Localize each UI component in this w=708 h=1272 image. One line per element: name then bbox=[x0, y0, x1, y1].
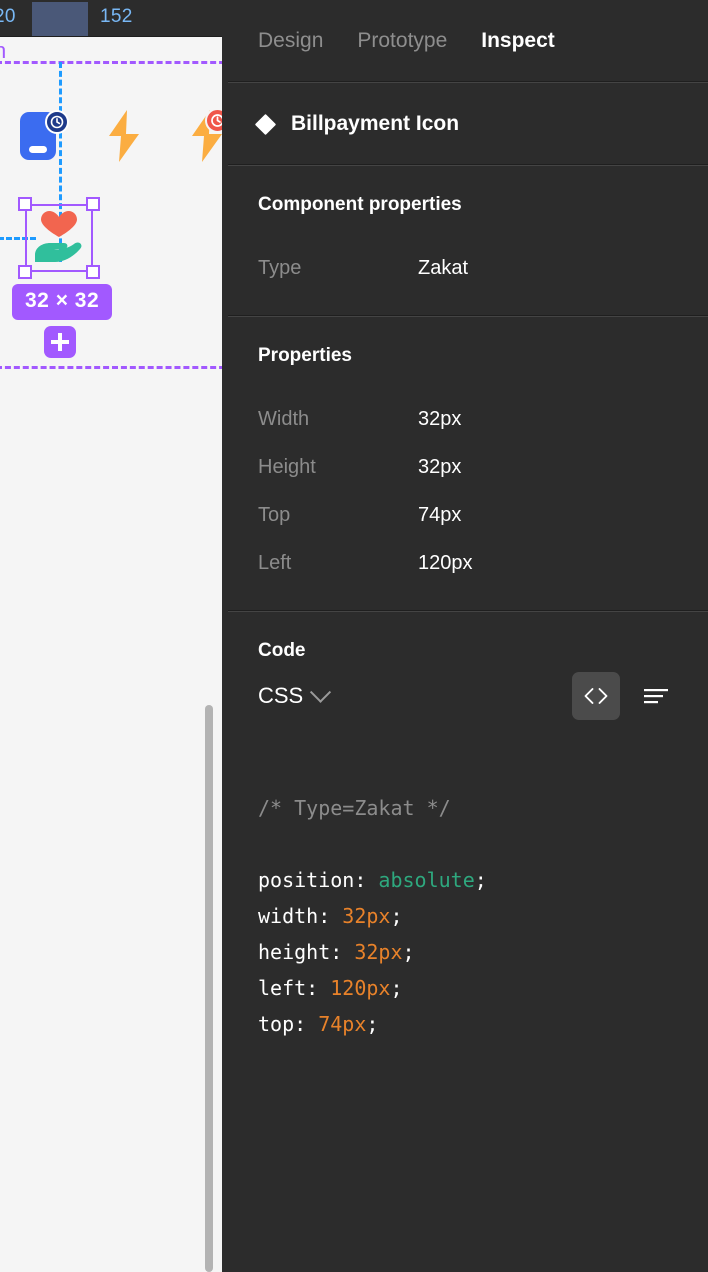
text-view-button[interactable] bbox=[632, 672, 680, 720]
resize-handle-top-right[interactable] bbox=[86, 197, 100, 211]
property-label-height: Height bbox=[258, 455, 316, 478]
chevron-down-icon bbox=[310, 681, 332, 703]
property-label-type: Type bbox=[258, 256, 302, 279]
property-value-height[interactable]: 32px bbox=[418, 456, 461, 479]
frame-boundary-bottom bbox=[0, 366, 228, 369]
add-component-button[interactable] bbox=[44, 326, 76, 358]
selection-bounding-box bbox=[25, 204, 93, 272]
code-brackets-icon bbox=[584, 688, 608, 704]
panel-tabs: Design Prototype Inspect bbox=[228, 0, 708, 82]
inspect-panel: Design Prototype Inspect Billpayment Ico… bbox=[228, 0, 708, 1272]
horizontal-ruler[interactable]: 20 152 bbox=[0, 0, 228, 37]
component-properties-section: Component properties Type Zakat bbox=[228, 166, 708, 316]
property-row-width: Width 32px bbox=[258, 395, 678, 443]
ruler-selection-highlight bbox=[32, 2, 88, 36]
properties-section: Properties Width 32px Height 32px Top 74… bbox=[228, 317, 708, 611]
tab-inspect[interactable]: Inspect bbox=[481, 29, 555, 53]
property-row-height: Height 32px bbox=[258, 443, 678, 491]
design-canvas[interactable]: 20 152 n bbox=[0, 0, 228, 1272]
property-row-top: Top 74px bbox=[258, 491, 678, 539]
tab-design[interactable]: Design bbox=[258, 29, 323, 53]
resize-handle-bottom-left[interactable] bbox=[18, 265, 32, 279]
code-line-position: position: absolute; bbox=[258, 868, 487, 892]
code-title: Code bbox=[258, 640, 306, 661]
component-diamond-icon bbox=[254, 113, 277, 135]
ruler-tick-left: 20 bbox=[0, 6, 16, 27]
property-label-width: Width bbox=[258, 407, 310, 430]
tab-prototype[interactable]: Prototype bbox=[357, 29, 447, 53]
code-toolbar: CSS bbox=[228, 668, 708, 724]
property-value-top[interactable]: 74px bbox=[418, 504, 461, 527]
property-value-width[interactable]: 32px bbox=[418, 408, 461, 431]
property-value-left[interactable]: 120px bbox=[418, 552, 473, 575]
resize-handle-top-left[interactable] bbox=[18, 197, 32, 211]
property-label-top: Top bbox=[258, 503, 291, 526]
clock-badge-navy-icon bbox=[45, 110, 69, 134]
resize-handle-bottom-right[interactable] bbox=[86, 265, 100, 279]
align-left-lines-icon bbox=[644, 689, 668, 704]
figma-inspect-screen: 20 152 n bbox=[0, 0, 708, 1272]
property-row-left: Left 120px bbox=[258, 539, 678, 587]
code-line-left: left: 120px; bbox=[258, 976, 403, 1000]
code-section: Code bbox=[228, 612, 708, 662]
component-name: Billpayment Icon bbox=[291, 112, 460, 135]
code-comment: /* Type=Zakat */ bbox=[258, 796, 451, 820]
phone-card-bar bbox=[29, 146, 47, 153]
code-block[interactable]: /* Type=Zakat */ position: absolute; wid… bbox=[228, 724, 708, 1078]
component-properties-title: Component properties bbox=[258, 194, 462, 215]
selection-size-badge: 32 × 32 bbox=[12, 284, 113, 320]
canvas-vertical-scrollbar[interactable] bbox=[205, 705, 213, 1272]
component-header[interactable]: Billpayment Icon bbox=[228, 83, 708, 165]
code-action-buttons bbox=[572, 672, 680, 720]
property-label-left: Left bbox=[258, 551, 292, 574]
language-select[interactable]: CSS bbox=[258, 681, 332, 709]
property-value-type[interactable]: Zakat bbox=[418, 257, 468, 280]
properties-title: Properties bbox=[258, 345, 352, 366]
code-view-button[interactable] bbox=[572, 672, 620, 720]
code-line-top: top: 74px; bbox=[258, 1012, 379, 1036]
property-row-type: Type Zakat bbox=[258, 244, 678, 292]
frame-boundary-top bbox=[0, 61, 228, 64]
ruler-tick-right: 152 bbox=[100, 6, 133, 27]
code-line-height: height: 32px; bbox=[258, 940, 415, 964]
selected-element-wrapper[interactable] bbox=[18, 197, 100, 279]
lightning-bolt-icon[interactable] bbox=[105, 110, 143, 162]
language-select-value: CSS bbox=[258, 683, 304, 708]
code-line-width: width: 32px; bbox=[258, 904, 403, 928]
